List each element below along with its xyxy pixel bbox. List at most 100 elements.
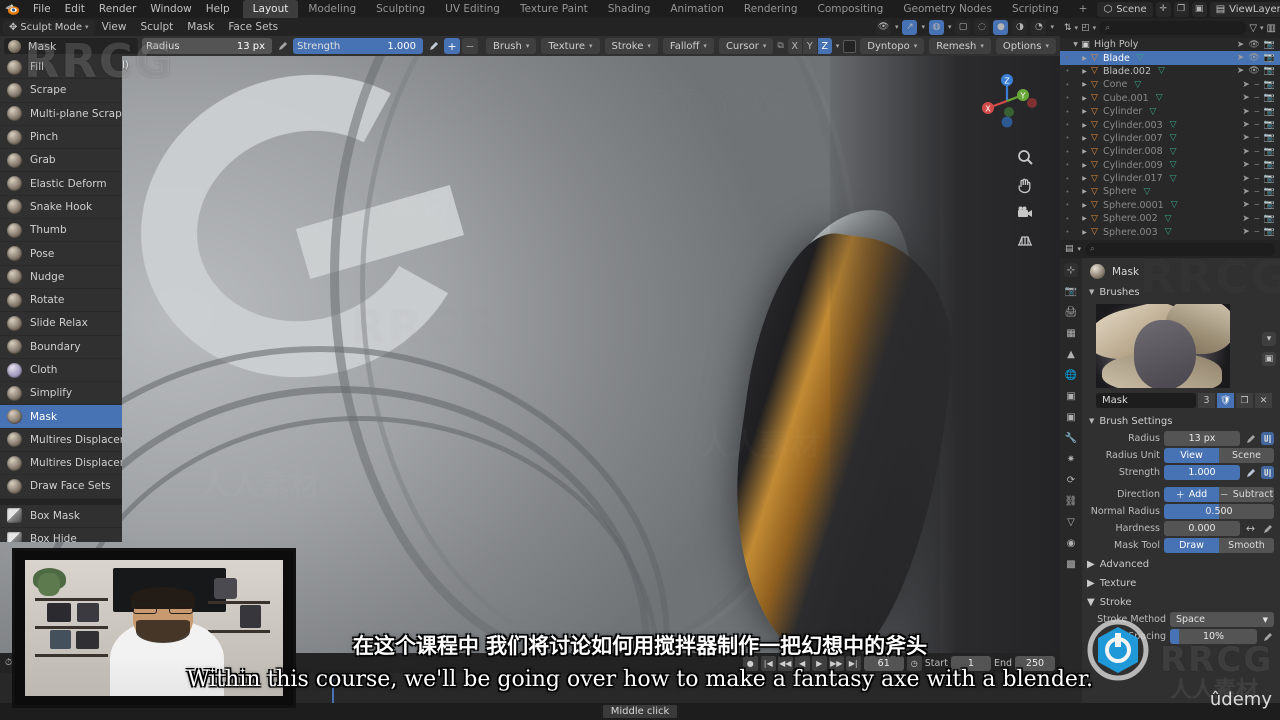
tool-elastic-deform[interactable]: Elastic Deform [0,172,122,196]
workspace-tab-rendering[interactable]: Rendering [734,0,808,18]
blender-logo-icon[interactable] [4,1,22,17]
outliner-row-sphere-002[interactable]: • ▶ ▽ Sphere.002 ▽ ➤ ⌣ 📷 [1060,212,1280,225]
selectable-icon[interactable]: ➤ [1242,133,1250,143]
brush-users-count[interactable]: 3 [1198,393,1215,408]
selectable-icon[interactable]: ➤ [1242,227,1250,237]
disclosure-triangle-icon[interactable]: ▶ [1080,55,1089,62]
popover-brush[interactable]: Brush ▾ [486,38,537,54]
disable-in-renders-icon[interactable]: 📷 [1264,174,1275,184]
workspace-tab-sculpting[interactable]: Sculpting [366,0,435,18]
workspace-tab-geometry-nodes[interactable]: Geometry Nodes [893,0,1002,18]
prop-stroke-method-dropdown[interactable]: Space ▼ [1170,612,1274,627]
copy-scene-button[interactable]: ❐ [1173,1,1189,17]
constraints-tab-icon[interactable]: ⛓ [1064,494,1078,508]
new-collection-icon[interactable]: ▥ [1267,23,1276,34]
brush-name-field[interactable]: Mask [1096,393,1196,408]
active-brush-selector[interactable]: Mask [4,38,138,54]
selectable-icon[interactable]: ➤ [1237,53,1245,63]
sculpt-toolbar[interactable]: Fill Scrape Multi-plane Scrape Pinch Grab Ela… [0,56,122,542]
hide-in-viewport-icon[interactable]: ⌣ [1254,187,1260,197]
object-type-visibility-icon[interactable]: 👁 [875,19,891,35]
menu-item-window[interactable]: Window [143,0,198,18]
particles-tab-icon[interactable]: ✷ [1064,452,1078,466]
hide-in-viewport-icon[interactable]: 👁 [1248,53,1259,63]
outliner-row-cylinder-017[interactable]: • ▶ ▽ Cylinder.017 ▽ ➤ ⌣ 📷 [1060,172,1280,185]
strength-pen-pressure-icon[interactable] [1244,466,1257,479]
outliner-filter-display-icon[interactable]: ◰ [1081,23,1090,33]
disclosure-triangle-icon[interactable]: ▶ [1080,162,1089,169]
workspace-tab-uv-editing[interactable]: UV Editing [435,0,510,18]
outliner-editor[interactable]: ⇅ ▾ ◰ ▾ ⌕ ▽ ▾ ▥ ▼ ▣ High Poly ➤ 👁 📷 • ▶ ▽ Blade ▽ ➤… [1060,18,1280,240]
hide-in-viewport-icon[interactable]: ⌣ [1254,227,1260,237]
radius-pen-pressure-icon[interactable] [276,40,289,53]
selectable-icon[interactable]: ➤ [1242,214,1250,224]
outliner-display-mode-icon[interactable]: ⇅ [1064,23,1072,33]
disclosure-triangle-icon[interactable]: ▶ [1080,229,1089,236]
viewport-menu-view[interactable]: View [95,21,134,33]
texture-tab-icon[interactable]: ▩ [1064,557,1078,571]
outliner-row-sphere[interactable]: • ▶ ▽ Sphere ▽ ➤ ⌣ 📷 [1060,185,1280,198]
overlays-toggle-icon[interactable]: ◍ [928,19,944,35]
new-scene-button[interactable]: ✛ [1155,1,1171,17]
world-tab-icon[interactable]: 🌐 [1064,368,1078,382]
disclosure-triangle-icon[interactable]: ▶ [1080,202,1089,209]
outliner-row-cylinder-007[interactable]: • ▶ ▽ Cylinder.007 ▽ ➤ ⌣ 📷 [1060,132,1280,145]
viewport-menu-sculpt[interactable]: Sculpt [133,21,180,33]
hardness-arrows-icon[interactable]: ↔ [1244,522,1257,535]
hide-in-viewport-icon[interactable]: ⌣ [1254,147,1260,157]
material-tab-icon[interactable]: ◉ [1064,536,1078,550]
gizmo-toggle-icon[interactable]: ↗ [902,19,918,35]
mask-tool-draw[interactable]: Draw [1164,538,1219,553]
selectable-icon[interactable]: ➤ [1242,107,1250,117]
tool-snake-hook[interactable]: Snake Hook [0,196,122,220]
disable-in-renders-icon[interactable]: 📷 [1264,147,1275,157]
disable-in-renders-icon[interactable]: 📷 [1264,93,1275,103]
tool-grab[interactable]: Grab [0,149,122,173]
symmetry-axis-y[interactable]: Y [802,38,817,54]
popover-dyntopo[interactable]: Dyntopo ▾ [860,38,925,54]
chevron-down-icon[interactable]: ▾ [836,42,840,50]
selectable-icon[interactable]: ➤ [1242,120,1250,130]
prop-normal-radius-field[interactable]: 0.500 [1164,504,1274,519]
modifier-tab-icon[interactable]: 🔧 [1064,431,1078,445]
workspace-tab--[interactable]: + [1069,0,1098,18]
stroke-panel-header[interactable]: ▼ Stroke [1082,594,1280,610]
strength-slider[interactable]: Strength 1.000 [293,38,423,54]
interaction-mode-selector[interactable]: ✥ Sculpt Mode ▾ [3,19,95,35]
selectable-icon[interactable]: ➤ [1242,80,1250,90]
viewlayer-selector[interactable]: ▤ ViewLayer [1209,1,1280,17]
radius-pen-pressure-icon[interactable] [1244,432,1257,445]
tool-box-hide[interactable]: Box Hide [0,528,122,542]
brush-settings-panel-header[interactable]: ▼ Brush Settings [1082,413,1280,429]
outliner-row-blade-002[interactable]: • ▶ ▽ Blade.002 ▽ ➤ 👁 📷 [1060,65,1280,78]
workspace-tab-compositing[interactable]: Compositing [808,0,894,18]
selectable-icon[interactable]: ➤ [1242,160,1250,170]
selectable-icon[interactable]: ➤ [1242,93,1250,103]
popover-falloff[interactable]: Falloff ▾ [662,38,714,54]
direction-add[interactable]: ＋ Add [1164,487,1219,502]
disable-in-renders-icon[interactable]: 📷 [1264,200,1275,210]
unified-radius-icon[interactable] [1261,432,1274,445]
disclosure-triangle-icon[interactable]: ▶ [1080,215,1089,222]
menu-item-edit[interactable]: Edit [58,0,92,18]
popover-texture[interactable]: Texture ▾ [541,38,600,54]
disable-in-renders-icon[interactable]: 📷 [1264,133,1275,143]
disable-in-renders-icon[interactable]: 📷 [1264,214,1275,224]
browse-brush-icon[interactable]: ▾ [1262,332,1276,346]
viewport-menu-face-sets[interactable]: Face Sets [221,21,285,33]
zoom-icon[interactable] [1016,148,1034,166]
mask-tool-smooth[interactable]: Smooth [1219,538,1274,553]
shading-material-icon[interactable]: ◑ [1012,19,1028,35]
selectable-icon[interactable]: ➤ [1242,147,1250,157]
tool-multires-displacement-e[interactable]: Multires Displacement E.. [0,429,122,453]
outliner-row-cylinder[interactable]: • ▶ ▽ Cylinder ▽ ➤ ⌣ 📷 [1060,105,1280,118]
outliner-row-sphere-0001[interactable]: • ▶ ▽ Sphere.0001 ▽ ➤ ⌣ 📷 [1060,199,1280,212]
direction-subtract[interactable]: － Subtract [1219,487,1274,502]
hide-in-viewport-icon[interactable]: ⌣ [1254,93,1260,103]
chevron-down-icon[interactable]: ▾ [921,23,925,31]
hide-in-viewport-icon[interactable]: ⌣ [1254,174,1260,184]
popover-remesh[interactable]: Remesh ▾ [929,38,991,54]
workspace-tab-texture-paint[interactable]: Texture Paint [510,0,598,18]
tool-simplify[interactable]: Simplify [0,382,122,406]
workspace-tab-scripting[interactable]: Scripting [1002,0,1069,18]
